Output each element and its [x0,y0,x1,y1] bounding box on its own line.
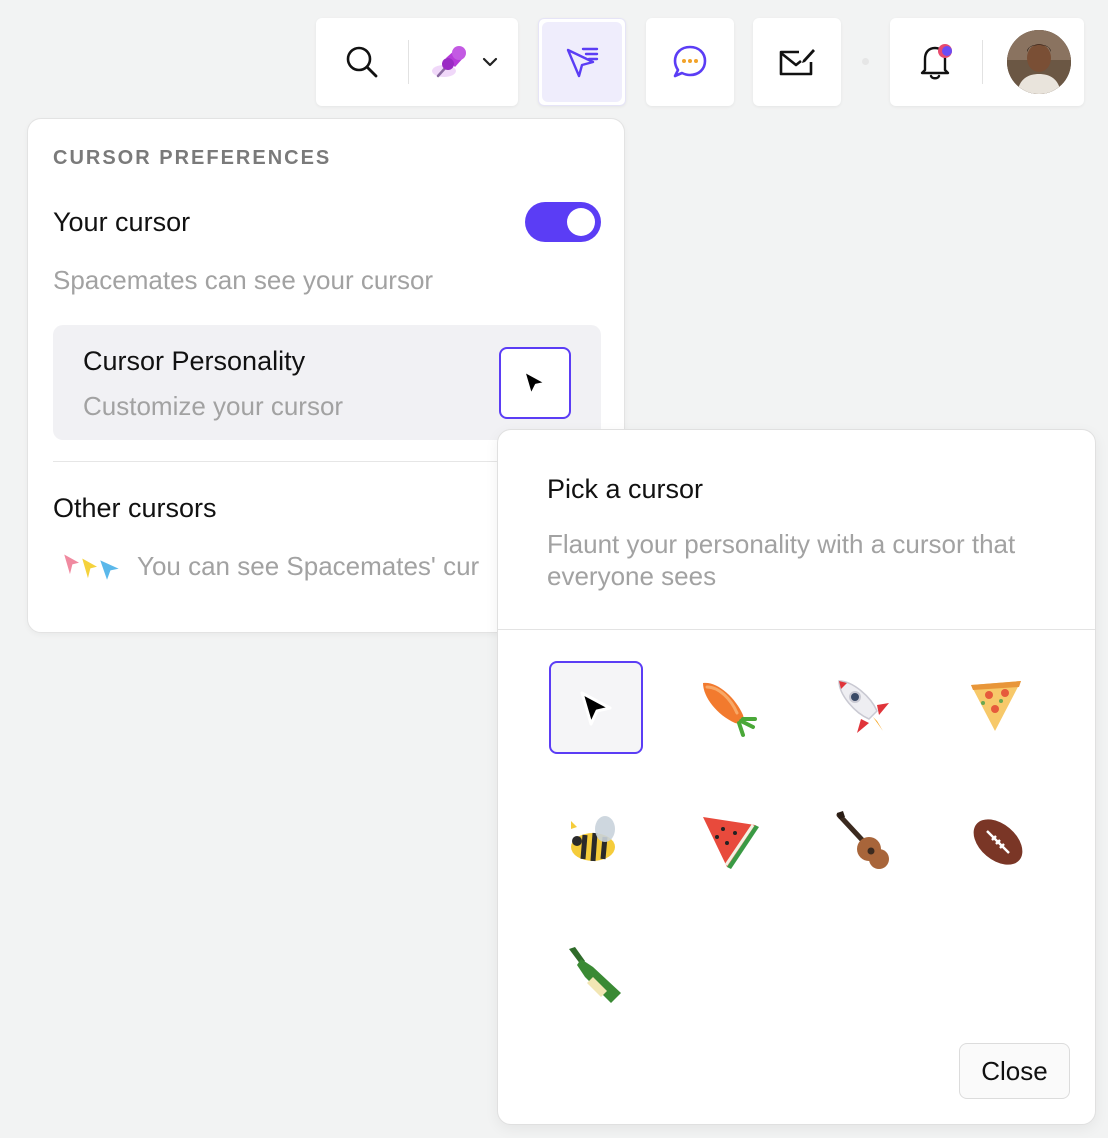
search-button[interactable] [316,18,408,106]
cursor-option-guitar[interactable] [817,795,911,888]
bee-icon [571,815,615,861]
avatar-image [1007,30,1071,94]
picker-divider [498,629,1095,630]
cursor-option-arrow[interactable] [549,661,643,754]
cursor-option-carrot[interactable] [683,661,777,754]
cursor-personality-row[interactable]: Cursor Personality Customize your cursor [53,325,601,440]
other-cursors-description: You can see Spacemates' cur [137,550,480,581]
guitar-icon [836,810,889,869]
watermelon-icon [703,816,759,869]
toggle-knob [567,208,595,236]
close-button[interactable]: Close [959,1043,1070,1099]
cursor-settings-active-bg [542,22,622,102]
other-cursors-row: You can see Spacemates' cur [61,549,479,583]
separator-dot [862,58,869,65]
bell-icon [920,44,952,80]
carrot-icon [703,682,757,737]
your-cursor-toggle[interactable] [525,202,601,242]
picker-title: Pick a cursor [547,474,704,504]
cursor-personality-description: Customize your cursor [83,391,344,421]
rocket-icon [838,679,889,733]
arrow-cursor-icon [522,369,548,397]
cursor-option-bee[interactable] [549,795,643,888]
your-cursor-description: Spacemates can see your cursor [53,265,434,295]
chevron-down-icon [482,57,497,67]
cursor-options-grid [549,661,1045,1022]
cursor-preview-button[interactable] [499,347,571,419]
cursor-settings-button[interactable] [538,18,626,106]
cursor-settings-icon [566,47,599,78]
pick-cursor-popover: Pick a cursor Flaunt your personality wi… [497,429,1096,1125]
colorful-cursors-icon [61,551,124,583]
cursor-option-football[interactable] [951,795,1045,888]
cursor-option-pizza[interactable] [951,661,1045,754]
football-icon [973,818,1023,865]
chat-button[interactable] [646,18,734,106]
arrow-cursor-icon [580,691,612,725]
pin-dropdown-button[interactable] [409,18,518,106]
notifications-profile-group [890,18,1084,106]
compose-button[interactable] [753,18,841,106]
cursor-option-bottle[interactable] [549,929,643,1022]
panel-heading: CURSOR PREFERENCES [53,147,332,169]
search-icon [346,46,378,78]
other-cursors-label: Other cursors [53,493,217,523]
bottle-icon [569,946,621,1003]
notifications-button[interactable] [890,18,982,106]
cursor-option-watermelon[interactable] [683,795,777,888]
picker-description: Flaunt your personality with a cursor th… [547,529,1016,591]
search-pin-group [316,18,518,106]
cursor-personality-title: Cursor Personality [83,346,306,376]
avatar[interactable] [1007,30,1071,94]
chat-bubble-icon [673,45,707,78]
compose-icon [779,49,815,76]
pizza-icon [971,680,1021,731]
your-cursor-label: Your cursor [53,207,191,237]
pushpin-icon [431,46,466,78]
toolbar-divider [982,40,983,84]
cursor-option-rocket[interactable] [817,661,911,754]
